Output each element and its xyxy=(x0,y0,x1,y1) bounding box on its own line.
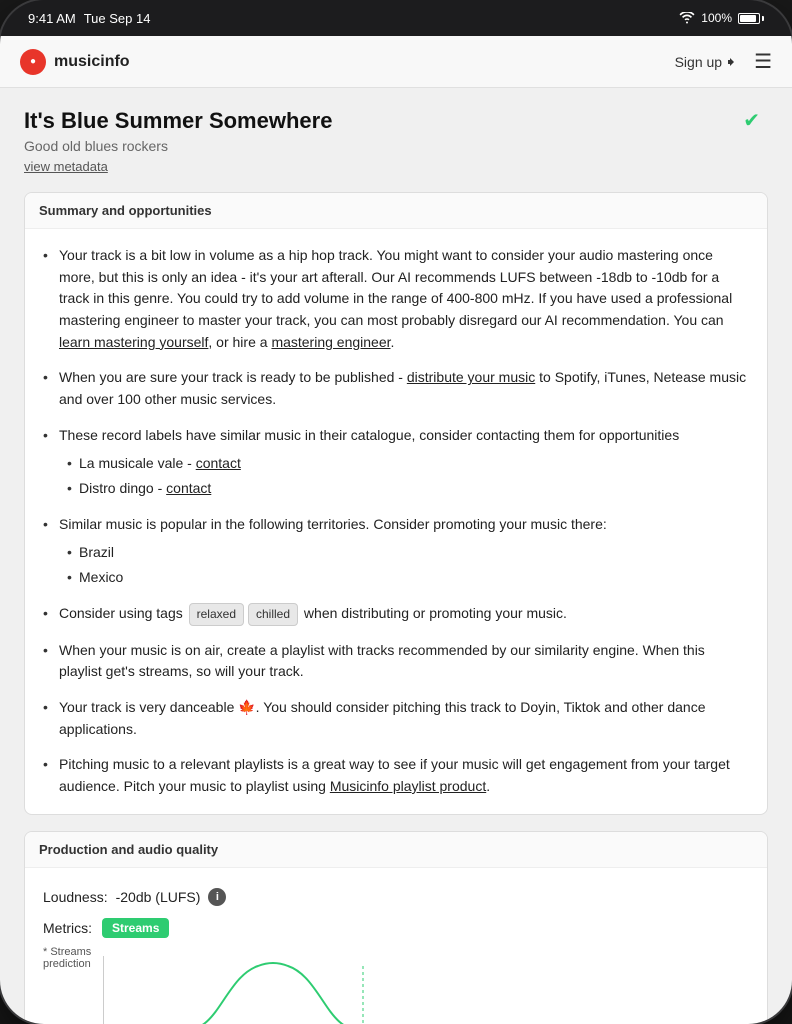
distribute-music-link[interactable]: distribute your music xyxy=(407,369,535,385)
status-bar: 9:41 AM Tue Sep 14 100% xyxy=(0,0,792,36)
tag-chilled: chilled xyxy=(248,603,298,626)
verified-check-icon: ✔ xyxy=(743,108,760,133)
summary-card: Summary and opportunities Your track is … xyxy=(24,192,768,815)
production-card: Production and audio quality Loudness: -… xyxy=(24,831,768,1024)
territories-list: Brazil Mexico xyxy=(59,542,749,589)
summary-card-header: Summary and opportunities xyxy=(25,193,767,229)
battery-icon xyxy=(738,13,764,24)
loudness-label: Loudness: xyxy=(43,889,108,905)
navbar-right: Sign up ☰ xyxy=(675,49,772,74)
summary-card-body: Your track is a bit low in volume as a h… xyxy=(25,229,767,814)
playlist-product-link[interactable]: Musicinfo playlist product xyxy=(330,778,486,794)
loudness-value: -20db (LUFS) xyxy=(116,889,201,905)
summary-bullet-list: Your track is a bit low in volume as a h… xyxy=(43,245,749,798)
signup-button[interactable]: Sign up xyxy=(675,54,738,70)
distro-dingo-contact-link[interactable]: contact xyxy=(166,480,211,496)
track-subtitle: Good old blues rockers xyxy=(24,138,768,154)
mastering-engineer-link[interactable]: mastering engineer xyxy=(271,334,390,350)
la-musicale-contact-link[interactable]: contact xyxy=(196,455,241,471)
tag-relaxed: relaxed xyxy=(189,603,244,626)
production-card-header: Production and audio quality xyxy=(25,832,767,868)
date: Tue Sep 14 xyxy=(84,11,151,26)
track-header: It's Blue Summer Somewhere Good old blue… xyxy=(24,108,768,176)
navbar-logo: ● musicinfo xyxy=(20,49,130,75)
view-metadata-link[interactable]: view metadata xyxy=(24,159,108,174)
logo-text: musicinfo xyxy=(54,53,130,71)
battery-percent: 100% xyxy=(701,11,732,25)
bullet-7: Your track is very danceable 🍁. You shou… xyxy=(43,697,749,740)
territory-brazil: Brazil xyxy=(59,542,749,564)
logo-icon: ● xyxy=(20,49,46,75)
bullet-2: When you are sure your track is ready to… xyxy=(43,367,749,410)
navbar: ● musicinfo Sign up ☰ xyxy=(0,36,792,88)
bullet-1: Your track is a bit low in volume as a h… xyxy=(43,245,749,353)
bullet-5: Consider using tags relaxedchilled when … xyxy=(43,603,749,626)
streams-chart xyxy=(103,956,443,1024)
bullet-8: Pitching music to a relevant playlists i… xyxy=(43,754,749,797)
main-content: It's Blue Summer Somewhere Good old blue… xyxy=(0,88,792,1024)
chart-label: * Streamsprediction xyxy=(43,946,91,970)
device-frame: 9:41 AM Tue Sep 14 100% ● musicinfo xyxy=(0,0,792,1024)
bullet-6: When your music is on air, create a play… xyxy=(43,640,749,683)
label-item-1: La musicale vale - contact xyxy=(59,453,749,475)
metrics-row: Metrics: Streams xyxy=(43,918,749,938)
signin-arrow-icon xyxy=(726,56,738,68)
chart-area: * Streamsprediction xyxy=(43,946,749,1024)
production-card-body: Loudness: -20db (LUFS) i Metrics: Stream… xyxy=(25,872,767,1024)
learn-mastering-link[interactable]: learn mastering yourself xyxy=(59,334,208,350)
status-left: 9:41 AM Tue Sep 14 xyxy=(28,11,150,26)
record-labels-list: La musicale vale - contact Distro dingo … xyxy=(59,453,749,500)
status-right: 100% xyxy=(679,11,764,25)
loudness-row: Loudness: -20db (LUFS) i xyxy=(43,888,749,906)
wifi-icon xyxy=(679,12,695,24)
track-title: It's Blue Summer Somewhere xyxy=(24,108,768,134)
territory-mexico: Mexico xyxy=(59,567,749,589)
streams-badge[interactable]: Streams xyxy=(102,918,169,938)
bullet-4: Similar music is popular in the followin… xyxy=(43,514,749,589)
metrics-label: Metrics: xyxy=(43,920,92,936)
time: 9:41 AM xyxy=(28,11,76,26)
menu-button[interactable]: ☰ xyxy=(754,49,772,74)
bullet-3: These record labels have similar music i… xyxy=(43,425,749,500)
label-item-2: Distro dingo - contact xyxy=(59,478,749,500)
info-icon[interactable]: i xyxy=(208,888,226,906)
